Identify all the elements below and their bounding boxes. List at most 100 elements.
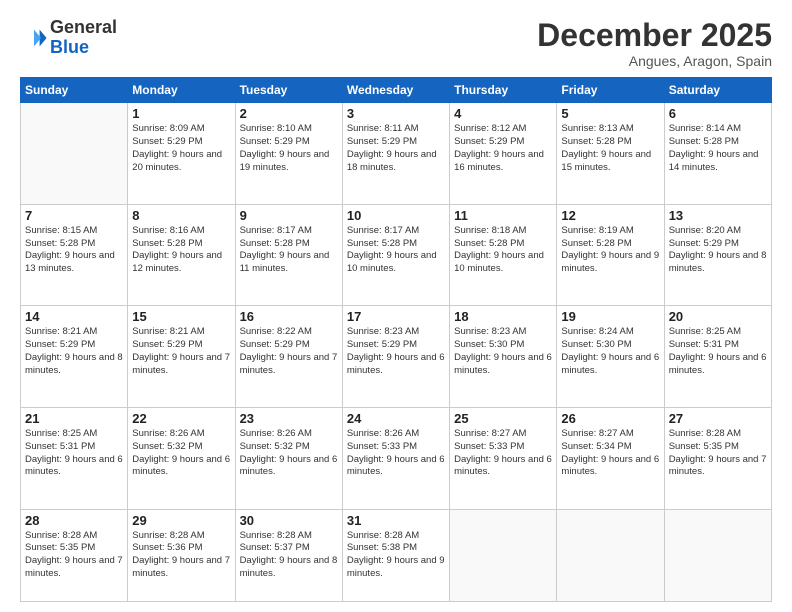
col-tuesday: Tuesday: [235, 78, 342, 103]
table-cell: 3Sunrise: 8:11 AMSunset: 5:29 PMDaylight…: [342, 103, 449, 205]
cell-info: Sunrise: 8:16 AMSunset: 5:28 PMDaylight:…: [132, 225, 230, 276]
table-cell: [450, 509, 557, 601]
cell-info: Sunrise: 8:17 AMSunset: 5:28 PMDaylight:…: [240, 225, 338, 276]
header: General Blue December 2025 Angues, Arago…: [20, 18, 772, 69]
table-cell: 7Sunrise: 8:15 AMSunset: 5:28 PMDaylight…: [21, 204, 128, 306]
cell-day-number: 24: [347, 411, 445, 426]
cell-day-number: 2: [240, 106, 338, 121]
cell-info: Sunrise: 8:17 AMSunset: 5:28 PMDaylight:…: [347, 225, 445, 276]
table-cell: 6 Sunrise: 8:14 AMSunset: 5:28 PMDaylight…: [664, 103, 771, 205]
cell-day-number: 22: [132, 411, 230, 426]
col-monday: Monday: [128, 78, 235, 103]
table-cell: 31 Sunrise: 8:28 AMSunset: 5:38 PMDayligh…: [342, 509, 449, 601]
cell-day-number: 28: [25, 513, 123, 528]
cell-info: Sunrise: 8:28 AMSunset: 5:36 PMDaylight:…: [132, 530, 230, 581]
logo: General Blue: [20, 18, 117, 58]
table-cell: 1 Sunrise: 8:09 AMSunset: 5:29 PMDaylight…: [128, 103, 235, 205]
logo-text: General Blue: [50, 18, 117, 58]
table-cell: 20 Sunrise: 8:25 AMSunset: 5:31 PMDayligh…: [664, 306, 771, 408]
table-cell: 4 Sunrise: 8:12 AMSunset: 5:29 PMDaylight…: [450, 103, 557, 205]
table-cell: [21, 103, 128, 205]
table-cell: 30 Sunrise: 8:28 AMSunset: 5:37 PMDayligh…: [235, 509, 342, 601]
table-cell: 27 Sunrise: 8:28 AMSunset: 5:35 PMDayligh…: [664, 408, 771, 510]
cell-day-number: 7: [25, 208, 123, 223]
cell-info: Sunrise: 8:21 AMSunset: 5:29 PMDaylight:…: [25, 326, 123, 377]
cell-info: Sunrise: 8:28 AMSunset: 5:38 PMDaylight:…: [347, 530, 445, 581]
cell-day-number: 30: [240, 513, 338, 528]
logo-blue: Blue: [50, 38, 117, 58]
cell-info: Sunrise: 8:10 AMSunset: 5:29 PMDaylight:…: [240, 123, 338, 174]
cell-day-number: 1: [132, 106, 230, 121]
cell-info: Sunrise: 8:09 AMSunset: 5:29 PMDaylight:…: [132, 123, 230, 174]
cell-day-number: 20: [669, 309, 767, 324]
cell-info: Sunrise: 8:25 AMSunset: 5:31 PMDaylight:…: [669, 326, 767, 377]
logo-icon: [20, 24, 48, 52]
table-cell: 28 Sunrise: 8:28 AMSunset: 5:35 PMDayligh…: [21, 509, 128, 601]
cell-day-number: 12: [561, 208, 659, 223]
table-cell: 9 Sunrise: 8:17 AMSunset: 5:28 PMDaylight…: [235, 204, 342, 306]
cell-day-number: 9: [240, 208, 338, 223]
table-cell: 21 Sunrise: 8:25 AMSunset: 5:31 PMDayligh…: [21, 408, 128, 510]
table-cell: 17 Sunrise: 8:23 AMSunset: 5:29 PMDayligh…: [342, 306, 449, 408]
col-saturday: Saturday: [664, 78, 771, 103]
cell-info: Sunrise: 8:26 AMSunset: 5:32 PMDaylight:…: [132, 428, 230, 479]
cell-info: Sunrise: 8:21 AMSunset: 5:29 PMDaylight:…: [132, 326, 230, 377]
cell-day-number: 5: [561, 106, 659, 121]
table-cell: 25Sunrise: 8:27 AMSunset: 5:33 PMDayligh…: [450, 408, 557, 510]
cell-info: Sunrise: 8:23 AMSunset: 5:30 PMDaylight:…: [454, 326, 552, 377]
cell-info: Sunrise: 8:18 AMSunset: 5:28 PMDaylight:…: [454, 225, 552, 276]
table-cell: 23 Sunrise: 8:26 AMSunset: 5:32 PMDayligh…: [235, 408, 342, 510]
calendar-header-row: Sunday Monday Tuesday Wednesday Thursday…: [21, 78, 772, 103]
logo-general: General: [50, 18, 117, 38]
table-cell: 26Sunrise: 8:27 AMSunset: 5:34 PMDayligh…: [557, 408, 664, 510]
table-cell: 14 Sunrise: 8:21 AMSunset: 5:29 PMDayligh…: [21, 306, 128, 408]
cell-info: Sunrise: 8:28 AMSunset: 5:37 PMDaylight:…: [240, 530, 338, 581]
cell-info: Sunrise: 8:27 AMSunset: 5:33 PMDaylight:…: [454, 428, 552, 479]
table-cell: 15 Sunrise: 8:21 AMSunset: 5:29 PMDayligh…: [128, 306, 235, 408]
table-cell: 10Sunrise: 8:17 AMSunset: 5:28 PMDayligh…: [342, 204, 449, 306]
cell-info: Sunrise: 8:14 AMSunset: 5:28 PMDaylight:…: [669, 123, 767, 174]
cell-day-number: 8: [132, 208, 230, 223]
cell-info: Sunrise: 8:28 AMSunset: 5:35 PMDaylight:…: [25, 530, 123, 581]
cell-day-number: 27: [669, 411, 767, 426]
table-cell: 22 Sunrise: 8:26 AMSunset: 5:32 PMDayligh…: [128, 408, 235, 510]
col-wednesday: Wednesday: [342, 78, 449, 103]
cell-day-number: 19: [561, 309, 659, 324]
cell-day-number: 26: [561, 411, 659, 426]
table-cell: 19 Sunrise: 8:24 AMSunset: 5:30 PMDayligh…: [557, 306, 664, 408]
table-cell: 29Sunrise: 8:28 AMSunset: 5:36 PMDayligh…: [128, 509, 235, 601]
cell-day-number: 6: [669, 106, 767, 121]
cell-day-number: 16: [240, 309, 338, 324]
cell-info: Sunrise: 8:24 AMSunset: 5:30 PMDaylight:…: [561, 326, 659, 377]
cell-info: Sunrise: 8:20 AMSunset: 5:29 PMDaylight:…: [669, 225, 767, 276]
cell-day-number: 13: [669, 208, 767, 223]
cell-day-number: 14: [25, 309, 123, 324]
cell-day-number: 31: [347, 513, 445, 528]
cell-day-number: 21: [25, 411, 123, 426]
cell-info: Sunrise: 8:23 AMSunset: 5:29 PMDaylight:…: [347, 326, 445, 377]
cell-info: Sunrise: 8:28 AMSunset: 5:35 PMDaylight:…: [669, 428, 767, 479]
col-sunday: Sunday: [21, 78, 128, 103]
cell-day-number: 4: [454, 106, 552, 121]
cell-info: Sunrise: 8:25 AMSunset: 5:31 PMDaylight:…: [25, 428, 123, 479]
cell-day-number: 3: [347, 106, 445, 121]
table-cell: 16Sunrise: 8:22 AMSunset: 5:29 PMDayligh…: [235, 306, 342, 408]
table-cell: 18Sunrise: 8:23 AMSunset: 5:30 PMDayligh…: [450, 306, 557, 408]
col-thursday: Thursday: [450, 78, 557, 103]
table-cell: 8 Sunrise: 8:16 AMSunset: 5:28 PMDaylight…: [128, 204, 235, 306]
title-block: December 2025 Angues, Aragon, Spain: [537, 18, 772, 69]
cell-info: Sunrise: 8:13 AMSunset: 5:28 PMDaylight:…: [561, 123, 659, 174]
cell-info: Sunrise: 8:12 AMSunset: 5:29 PMDaylight:…: [454, 123, 552, 174]
cell-day-number: 15: [132, 309, 230, 324]
cell-day-number: 23: [240, 411, 338, 426]
cell-day-number: 17: [347, 309, 445, 324]
table-cell: 5 Sunrise: 8:13 AMSunset: 5:28 PMDaylight…: [557, 103, 664, 205]
table-cell: 12Sunrise: 8:19 AMSunset: 5:28 PMDayligh…: [557, 204, 664, 306]
cell-day-number: 11: [454, 208, 552, 223]
table-cell: 13 Sunrise: 8:20 AMSunset: 5:29 PMDayligh…: [664, 204, 771, 306]
cell-info: Sunrise: 8:26 AMSunset: 5:32 PMDaylight:…: [240, 428, 338, 479]
calendar-table: Sunday Monday Tuesday Wednesday Thursday…: [20, 77, 772, 602]
month-title: December 2025: [537, 18, 772, 53]
page: General Blue December 2025 Angues, Arago…: [0, 0, 792, 612]
table-cell: 2 Sunrise: 8:10 AMSunset: 5:29 PMDaylight…: [235, 103, 342, 205]
